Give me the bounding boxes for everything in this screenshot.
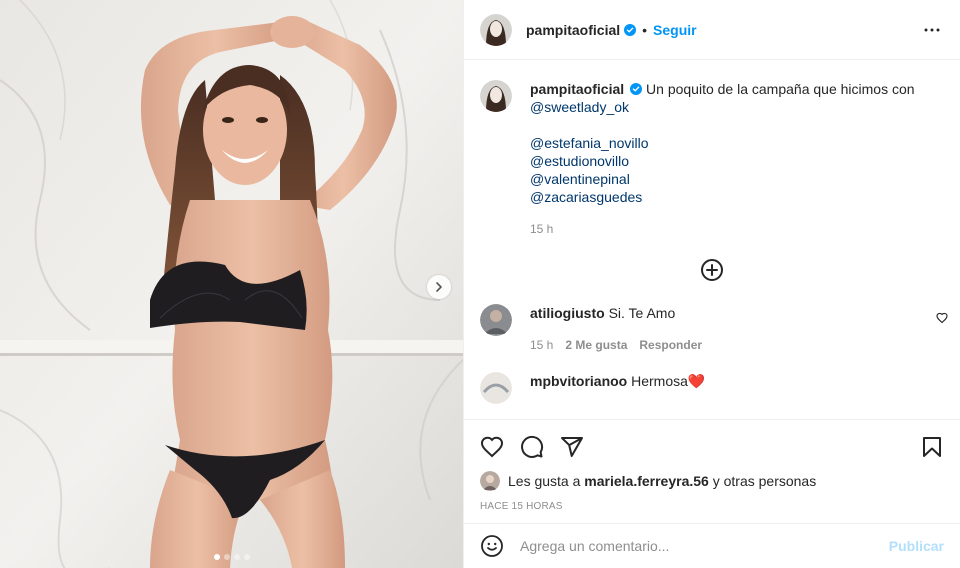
carousel-dot [223,554,230,560]
load-more-comments[interactable] [464,258,960,282]
mention-link[interactable]: @estudionovillo [530,152,915,170]
caption-username[interactable]: pampitaoficial [530,81,624,97]
commenter-avatar[interactable] [480,372,512,404]
comment-text: Hermosa [631,373,688,389]
comments-scroll-area[interactable]: pampitaoficial Un poquito de la campaña … [464,60,960,419]
comment-body: mpbvitorianoo Hermosa❤️ [530,372,944,404]
verified-badge-icon [630,83,643,95]
author-username[interactable]: pampitaoficial [526,22,620,38]
likes-summary: Les gusta a mariela.ferreyra.56 y otras … [480,470,944,492]
comment-input[interactable] [520,538,889,554]
comment-item: mpbvitorianoo Hermosa❤️ [464,372,960,404]
comment-meta: 15 h 2 Me gusta Responder [530,336,944,354]
action-bar [480,420,944,470]
instagram-post-modal: pampitaoficial • Seguir pampitaoficial U… [0,0,960,568]
commenter-avatar[interactable] [480,304,512,336]
more-horizontal-icon [924,28,940,31]
mention-link[interactable]: @valentinepinal [530,170,915,188]
mention-link[interactable]: @estefania_novillo [530,134,915,152]
commenter-username[interactable]: atiliogiusto [530,305,605,321]
follow-button[interactable]: Seguir [653,22,697,38]
plus-circle-icon[interactable] [700,258,724,282]
post-header: pampitaoficial • Seguir [464,0,960,60]
commenter-username[interactable]: mpbvitorianoo [530,373,627,389]
post-panel: pampitaoficial • Seguir pampitaoficial U… [463,0,960,568]
add-comment-bar: Publicar [464,523,960,568]
bookmark-icon[interactable] [920,435,944,459]
chevron-right-icon [436,282,442,292]
liker-avatar[interactable] [480,471,500,491]
comment-time[interactable]: 15 h [530,336,553,354]
post-media[interactable] [0,0,463,568]
caption-text: Un poquito de la campaña que hicimos con [646,81,915,97]
heart-icon[interactable] [480,435,504,459]
publish-button[interactable]: Publicar [889,538,944,554]
likes-suffix[interactable]: y otras personas [713,473,817,489]
carousel-next-button[interactable] [427,275,451,299]
caption-time[interactable]: 15 h [530,220,915,238]
more-options-button[interactable] [920,18,944,42]
reply-button[interactable]: Responder [639,336,702,354]
likes-prefix: Les gusta a [508,473,581,489]
caption-body: pampitaoficial Un poquito de la campaña … [530,80,915,238]
caption-author-avatar[interactable] [480,80,512,112]
mention-link[interactable]: @zacariasguedes [530,188,915,206]
carousel-dot [243,554,250,560]
post-photo [0,0,463,568]
author-avatar[interactable] [480,13,512,46]
paper-plane-icon[interactable] [560,435,584,459]
heart-icon[interactable] [936,312,948,324]
post-actions: Les gusta a mariela.ferreyra.56 y otras … [464,419,960,523]
mention-link[interactable]: @sweetlady_ok [530,99,629,115]
carousel-indicator [0,554,463,560]
comment-item: atiliogiusto Si. Te Amo 15 h 2 Me gusta … [464,304,960,354]
comment-body: atiliogiusto Si. Te Amo 15 h 2 Me gusta … [530,304,944,354]
header-separator: • [642,21,648,38]
carousel-dot [213,554,220,560]
liker-username[interactable]: mariela.ferreyra.56 [584,473,709,489]
carousel-dot [233,554,240,560]
comment-icon[interactable] [520,435,544,459]
post-timestamp[interactable]: HACE 15 HORAS [480,501,944,523]
comment-text: Si. Te Amo [608,305,676,321]
verified-badge-icon [624,23,637,36]
emoji-smile-icon[interactable] [480,534,504,558]
comment-likes[interactable]: 2 Me gusta [565,336,627,354]
heart-emoji-icon: ❤️ [687,373,706,389]
post-caption: pampitaoficial Un poquito de la campaña … [464,60,960,238]
